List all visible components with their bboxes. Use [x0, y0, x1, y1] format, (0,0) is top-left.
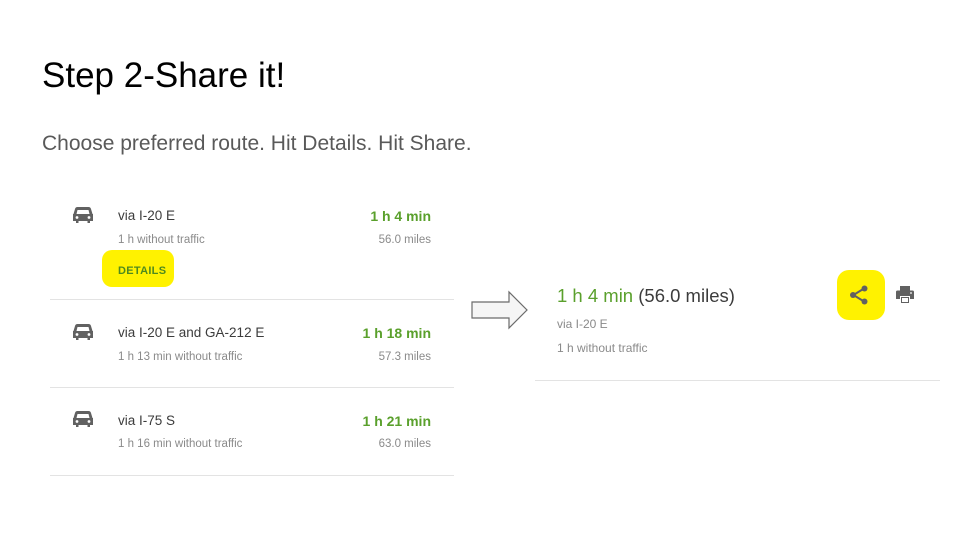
- route-list: via I-20 E 1 h without traffic 1 h 4 min…: [50, 195, 454, 476]
- route-option-3[interactable]: via I-75 S 1 h 16 min without traffic 1 …: [50, 388, 454, 476]
- route-distance: 57.3 miles: [378, 351, 431, 363]
- route-via: via I-20 E and GA-212 E: [118, 325, 265, 340]
- detail-via: via I-20 E: [557, 317, 608, 331]
- details-button[interactable]: DETAILS: [118, 265, 166, 277]
- car-icon: [73, 324, 93, 340]
- route-via: via I-20 E: [118, 208, 176, 223]
- route-distance: 56.0 miles: [378, 234, 431, 246]
- route-via: via I-75 S: [118, 413, 176, 428]
- share-icon[interactable]: [848, 284, 870, 306]
- detail-time: 1 h 4 min: [557, 285, 634, 306]
- route-detail-panel: 1 h 4 min (56.0 miles) via I-20 E 1 h wi…: [535, 270, 940, 381]
- slide-title: Step 2-Share it!: [42, 56, 286, 95]
- detail-distance: (56.0 miles): [638, 285, 735, 306]
- slide-subtitle: Choose preferred route. Hit Details. Hit…: [42, 132, 472, 155]
- route-traffic: 1 h 16 min without traffic: [118, 438, 243, 450]
- route-distance: 63.0 miles: [378, 438, 431, 450]
- right-arrow-icon: [471, 290, 528, 330]
- route-traffic: 1 h without traffic: [118, 234, 205, 246]
- route-time: 1 h 4 min: [370, 208, 431, 224]
- detail-headline: 1 h 4 min (56.0 miles): [557, 285, 735, 307]
- print-icon[interactable]: [894, 284, 916, 306]
- route-time: 1 h 18 min: [362, 325, 431, 341]
- car-icon: [73, 207, 93, 223]
- detail-traffic: 1 h without traffic: [557, 341, 648, 355]
- car-icon: [73, 411, 93, 427]
- route-option-1[interactable]: via I-20 E 1 h without traffic 1 h 4 min…: [50, 195, 454, 300]
- route-option-2[interactable]: via I-20 E and GA-212 E 1 h 13 min witho…: [50, 300, 454, 388]
- route-time: 1 h 21 min: [362, 413, 431, 429]
- route-traffic: 1 h 13 min without traffic: [118, 351, 243, 363]
